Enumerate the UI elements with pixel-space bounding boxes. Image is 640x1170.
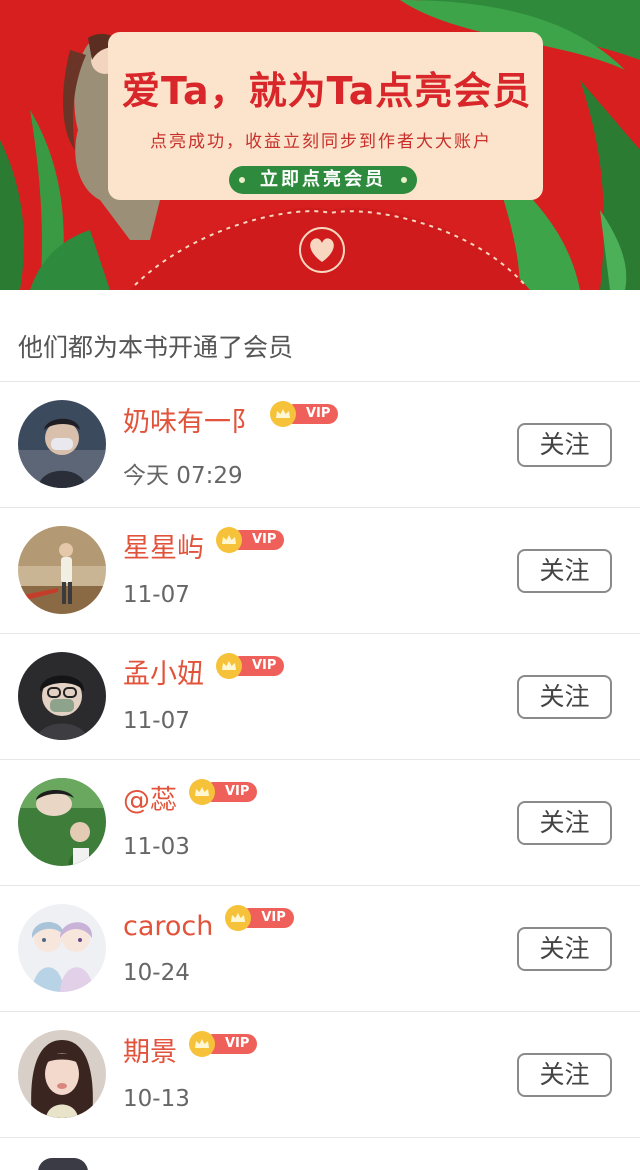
follow-button[interactable]: 关注 <box>517 1053 612 1097</box>
member-date: 10-24 <box>123 960 190 986</box>
avatar[interactable] <box>18 652 106 740</box>
member-name[interactable]: caroch <box>123 910 213 944</box>
vip-badge: VIP <box>189 1031 258 1057</box>
member-name[interactable]: 星星屿 <box>123 532 204 566</box>
crown-icon <box>270 401 296 427</box>
avatar[interactable] <box>18 526 106 614</box>
member-list: 奶味有一阝 VIP 今天 07:29 关注 星星屿 VIP 11-07 关注 孟… <box>0 382 640 1138</box>
avatar[interactable] <box>18 904 106 992</box>
avatar[interactable] <box>18 400 106 488</box>
follow-button[interactable]: 关注 <box>517 549 612 593</box>
vip-badge: VIP <box>216 653 285 679</box>
avatar[interactable] <box>38 1158 88 1170</box>
member-name[interactable]: 孟小妞 <box>123 658 204 692</box>
banner-subtitle: 点亮成功，收益立刻同步到作者大大账户 <box>150 132 492 152</box>
member-date: 11-03 <box>123 834 190 860</box>
follow-button[interactable]: 关注 <box>517 801 612 845</box>
list-item[interactable]: 孟小妞 VIP 11-07 关注 <box>0 634 640 760</box>
follow-button[interactable]: 关注 <box>517 675 612 719</box>
member-name[interactable]: @蕊 <box>123 784 177 818</box>
avatar[interactable] <box>18 1030 106 1118</box>
vip-badge: VIP <box>216 527 285 553</box>
list-item[interactable]: @蕊 VIP 11-03 关注 <box>0 760 640 886</box>
vip-badge: VIP <box>270 401 339 427</box>
crown-icon <box>216 653 242 679</box>
member-date: 11-07 <box>123 582 190 608</box>
member-name[interactable]: 期景 <box>123 1036 177 1070</box>
promo-banner[interactable]: 爱Ta，就为Ta点亮会员 点亮成功，收益立刻同步到作者大大账户 立即点亮会员 <box>0 0 640 290</box>
member-date: 11-07 <box>123 708 190 734</box>
vip-badge: VIP <box>189 779 258 805</box>
member-date: 今天 07:29 <box>123 463 243 489</box>
member-name[interactable]: 奶味有一阝 <box>123 406 258 440</box>
list-item[interactable]: 期景 VIP 10-13 关注 <box>0 1012 640 1138</box>
follow-button[interactable]: 关注 <box>517 423 612 467</box>
follow-button[interactable]: 关注 <box>517 927 612 971</box>
member-date: 10-13 <box>123 1086 190 1112</box>
list-item[interactable]: caroch VIP 10-24 关注 <box>0 886 640 1012</box>
list-item[interactable]: 奶味有一阝 VIP 今天 07:29 关注 <box>0 382 640 508</box>
crown-icon <box>189 1031 215 1057</box>
crown-icon <box>189 779 215 805</box>
activate-membership-button[interactable]: 立即点亮会员 <box>229 166 417 194</box>
crown-icon <box>216 527 242 553</box>
section-title: 他们都为本书开通了会员 <box>18 333 294 362</box>
list-item[interactable]: 星星屿 VIP 11-07 关注 <box>0 508 640 634</box>
vip-badge: VIP <box>225 905 294 931</box>
avatar[interactable] <box>18 778 106 866</box>
banner-title: 爱Ta，就为Ta点亮会员 <box>122 69 532 113</box>
